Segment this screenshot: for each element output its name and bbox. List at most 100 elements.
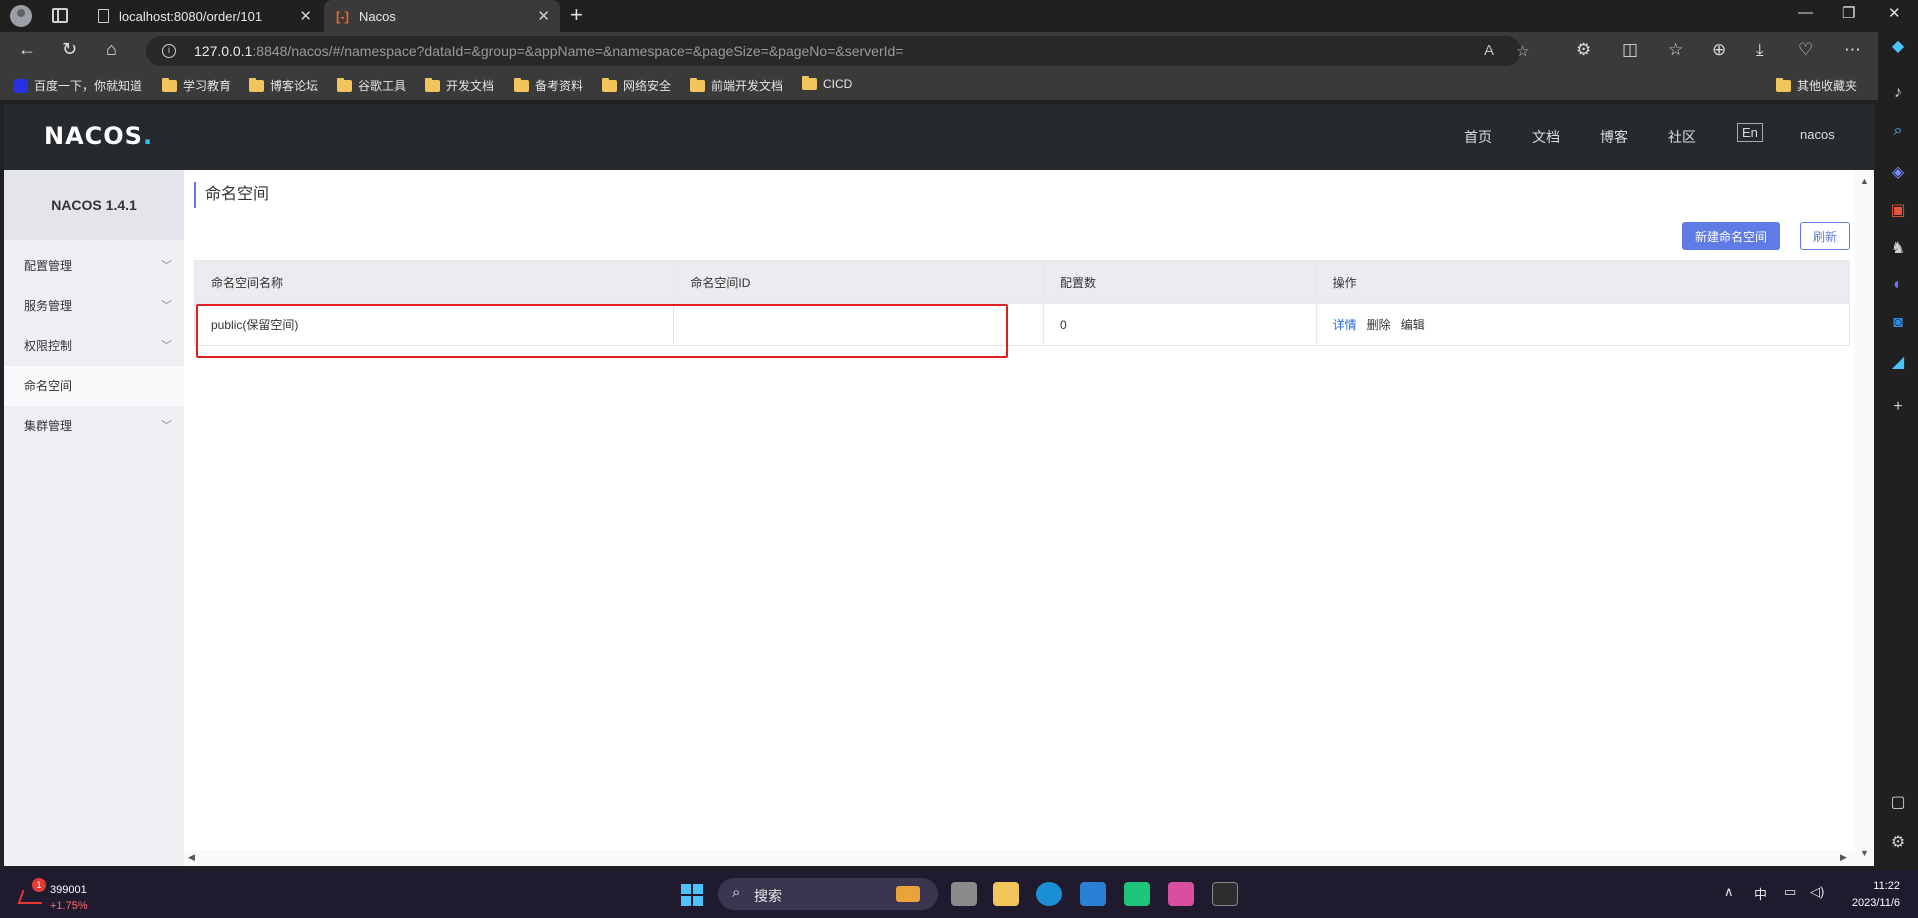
screen: localhost:8080/order/101 ✕ [-] Nacos ✕ +… xyxy=(0,0,1918,918)
close-icon[interactable]: ✕ xyxy=(299,7,312,25)
bookmark-folder[interactable]: 开发文档 xyxy=(425,77,494,94)
user-name[interactable]: nacos xyxy=(1800,127,1835,142)
split-screen-icon[interactable]: ◫ xyxy=(1622,40,1638,60)
screenshot-icon[interactable]: ▢ xyxy=(1888,792,1908,812)
refresh-button[interactable]: 刷新 xyxy=(1800,222,1850,250)
bookmark-folder[interactable]: 备考资料 xyxy=(514,77,583,94)
bookmark-folder[interactable]: 谷歌工具 xyxy=(337,77,406,94)
edge-browser-icon[interactable] xyxy=(1036,882,1062,906)
nacos-logo[interactable]: NACOS. xyxy=(44,122,153,150)
bookmark-folder[interactable]: 网络安全 xyxy=(602,77,671,94)
browser-tab-strip: localhost:8080/order/101 ✕ [-] Nacos ✕ +… xyxy=(0,0,1918,32)
bookmark-folder[interactable]: 学习教育 xyxy=(162,77,231,94)
bookmark-baidu[interactable]: 百度一下，你就知道 xyxy=(14,77,142,94)
search-icon[interactable]: ⌕ xyxy=(1888,122,1908,142)
tab-nacos[interactable]: [-] Nacos ✕ xyxy=(324,0,560,32)
edge-sidebar: ◆ ♪ ⌕ ◈ ▣ ♞ ◐ ◙ ◢ + ▢ ⚙ xyxy=(1878,32,1918,870)
scroll-up-arrow-icon[interactable]: ▲ xyxy=(1860,176,1869,186)
folder-icon xyxy=(249,77,264,92)
sidebar-item-cluster[interactable]: 集群管理 ﹀ xyxy=(4,406,184,446)
web-viewport: NACOS. 首页 文档 博客 社区 En nacos NACOS 1.4.1 … xyxy=(4,104,1874,866)
favorites-icon[interactable]: ☆ xyxy=(1668,40,1683,60)
more-menu-icon[interactable]: ⋯ xyxy=(1844,40,1861,60)
ime-indicator[interactable]: 中 xyxy=(1754,884,1767,903)
nav-docs[interactable]: 文档 xyxy=(1532,127,1560,147)
tools-icon[interactable]: ▣ xyxy=(1888,200,1908,220)
back-arrow-icon[interactable]: ← xyxy=(18,39,36,60)
nav-home[interactable]: 首页 xyxy=(1464,127,1492,147)
tag-icon[interactable]: ◈ xyxy=(1888,162,1908,182)
site-info-icon[interactable]: i xyxy=(162,44,176,58)
favorite-star-icon[interactable]: ☆ xyxy=(1516,42,1529,60)
bookmark-folder[interactable]: 博客论坛 xyxy=(249,77,318,94)
tab-localhost-order[interactable]: localhost:8080/order/101 ✕ xyxy=(86,0,322,32)
add-sidebar-plus-icon[interactable]: + xyxy=(1888,398,1908,418)
windows-start-icon[interactable] xyxy=(681,884,703,906)
search-label: 搜索 xyxy=(754,888,782,904)
bookmark-folder[interactable]: 前端开发文档 xyxy=(690,77,783,94)
close-icon[interactable]: ✕ xyxy=(537,7,550,25)
address-bar[interactable]: i 127.0.0.1:8848/nacos/#/namespace?dataI… xyxy=(146,36,1529,66)
sidebar-item-config[interactable]: 配置管理 ﹀ xyxy=(4,246,184,286)
delete-link[interactable]: 删除 xyxy=(1367,316,1391,333)
version-label: NACOS 1.4.1 xyxy=(4,170,184,240)
games-icon[interactable]: ♞ xyxy=(1888,238,1908,258)
downloads-icon[interactable]: ⤓ xyxy=(1756,40,1764,60)
scroll-right-arrow-icon[interactable]: ▶ xyxy=(1840,852,1847,863)
url-text[interactable]: 127.0.0.1:8848/nacos/#/namespace?dataId=… xyxy=(194,43,903,59)
other-bookmarks-folder[interactable]: 其他收藏夹 xyxy=(1776,77,1857,94)
notification-bell-icon[interactable]: ♪ xyxy=(1888,84,1908,104)
store-icon[interactable] xyxy=(1080,882,1106,906)
show-hidden-icons-chevron-icon[interactable]: ∧ xyxy=(1724,884,1734,900)
bookmark-label: 其他收藏夹 xyxy=(1797,79,1858,93)
stock-change: +1.75% xyxy=(50,900,88,912)
profile-avatar-icon[interactable] xyxy=(10,5,32,27)
terminal-icon[interactable] xyxy=(1212,882,1238,906)
language-switch-button[interactable]: En xyxy=(1737,123,1763,142)
nacos-favicon-icon: [-] xyxy=(336,8,349,24)
edit-link[interactable]: 编辑 xyxy=(1401,316,1425,333)
workspaces-icon[interactable] xyxy=(52,8,68,23)
network-icon[interactable]: ▭ xyxy=(1784,884,1796,900)
reload-icon[interactable]: ↻ xyxy=(62,39,77,60)
browser-essentials-icon[interactable]: ♡ xyxy=(1798,40,1813,60)
new-tab-plus-icon[interactable]: + xyxy=(570,2,583,28)
outlook-icon[interactable]: ◙ xyxy=(1888,314,1908,334)
tab-title: Nacos xyxy=(359,8,396,24)
details-link[interactable]: 详情 xyxy=(1333,316,1357,333)
nacos-header: NACOS. 首页 文档 博客 社区 En nacos xyxy=(4,104,1874,170)
minimize-icon[interactable]: — xyxy=(1798,4,1813,21)
microsoft-365-icon[interactable]: ◐ xyxy=(1888,276,1908,296)
scroll-left-arrow-icon[interactable]: ◀ xyxy=(188,852,195,863)
sidebar-item-namespace[interactable]: 命名空间 xyxy=(4,366,184,406)
bookmark-folder[interactable]: CICD xyxy=(802,76,852,91)
bookmark-label: 学习教育 xyxy=(183,79,232,93)
window-close-icon[interactable]: ✕ xyxy=(1888,4,1901,22)
intellij-idea-icon[interactable] xyxy=(1168,882,1194,906)
restore-icon[interactable]: ❐ xyxy=(1842,4,1855,22)
url-path: :8848/nacos/#/namespace?dataId=&group=&a… xyxy=(252,43,904,59)
taskbar-search[interactable]: ⌕ 搜索 xyxy=(718,878,938,910)
create-namespace-button[interactable]: 新建命名空间 xyxy=(1682,222,1780,250)
drop-icon[interactable]: ◢ xyxy=(1888,352,1908,372)
datagrip-icon[interactable] xyxy=(1124,882,1150,906)
file-explorer-icon[interactable] xyxy=(993,882,1019,906)
notification-badge: 1 xyxy=(32,878,46,892)
vertical-scrollbar[interactable]: ▲ ▼ xyxy=(1854,170,1874,866)
collections-icon[interactable]: ⊕ xyxy=(1712,40,1726,60)
scroll-down-arrow-icon[interactable]: ▼ xyxy=(1860,848,1869,858)
volume-icon[interactable]: ◁) xyxy=(1810,884,1824,900)
sidebar-item-service[interactable]: 服务管理 ﹀ xyxy=(4,286,184,326)
system-clock[interactable]: 11:22 2023/11/6 xyxy=(1836,878,1900,912)
task-view-icon[interactable] xyxy=(951,882,977,906)
horizontal-scrollbar[interactable]: ◀ ▶ xyxy=(184,850,1854,866)
bookmark-label: 博客论坛 xyxy=(270,79,319,93)
nav-community[interactable]: 社区 xyxy=(1668,127,1696,147)
sidebar-settings-gear-icon[interactable]: ⚙ xyxy=(1888,832,1908,852)
home-icon[interactable]: ⌂ xyxy=(106,39,117,60)
sidebar-item-auth[interactable]: 权限控制 ﹀ xyxy=(4,326,184,366)
extensions-icon[interactable]: ⚙ xyxy=(1576,40,1591,60)
read-aloud-icon[interactable]: A xyxy=(1484,42,1494,59)
nav-blog[interactable]: 博客 xyxy=(1600,127,1628,147)
copilot-icon[interactable]: ◆ xyxy=(1888,36,1908,56)
